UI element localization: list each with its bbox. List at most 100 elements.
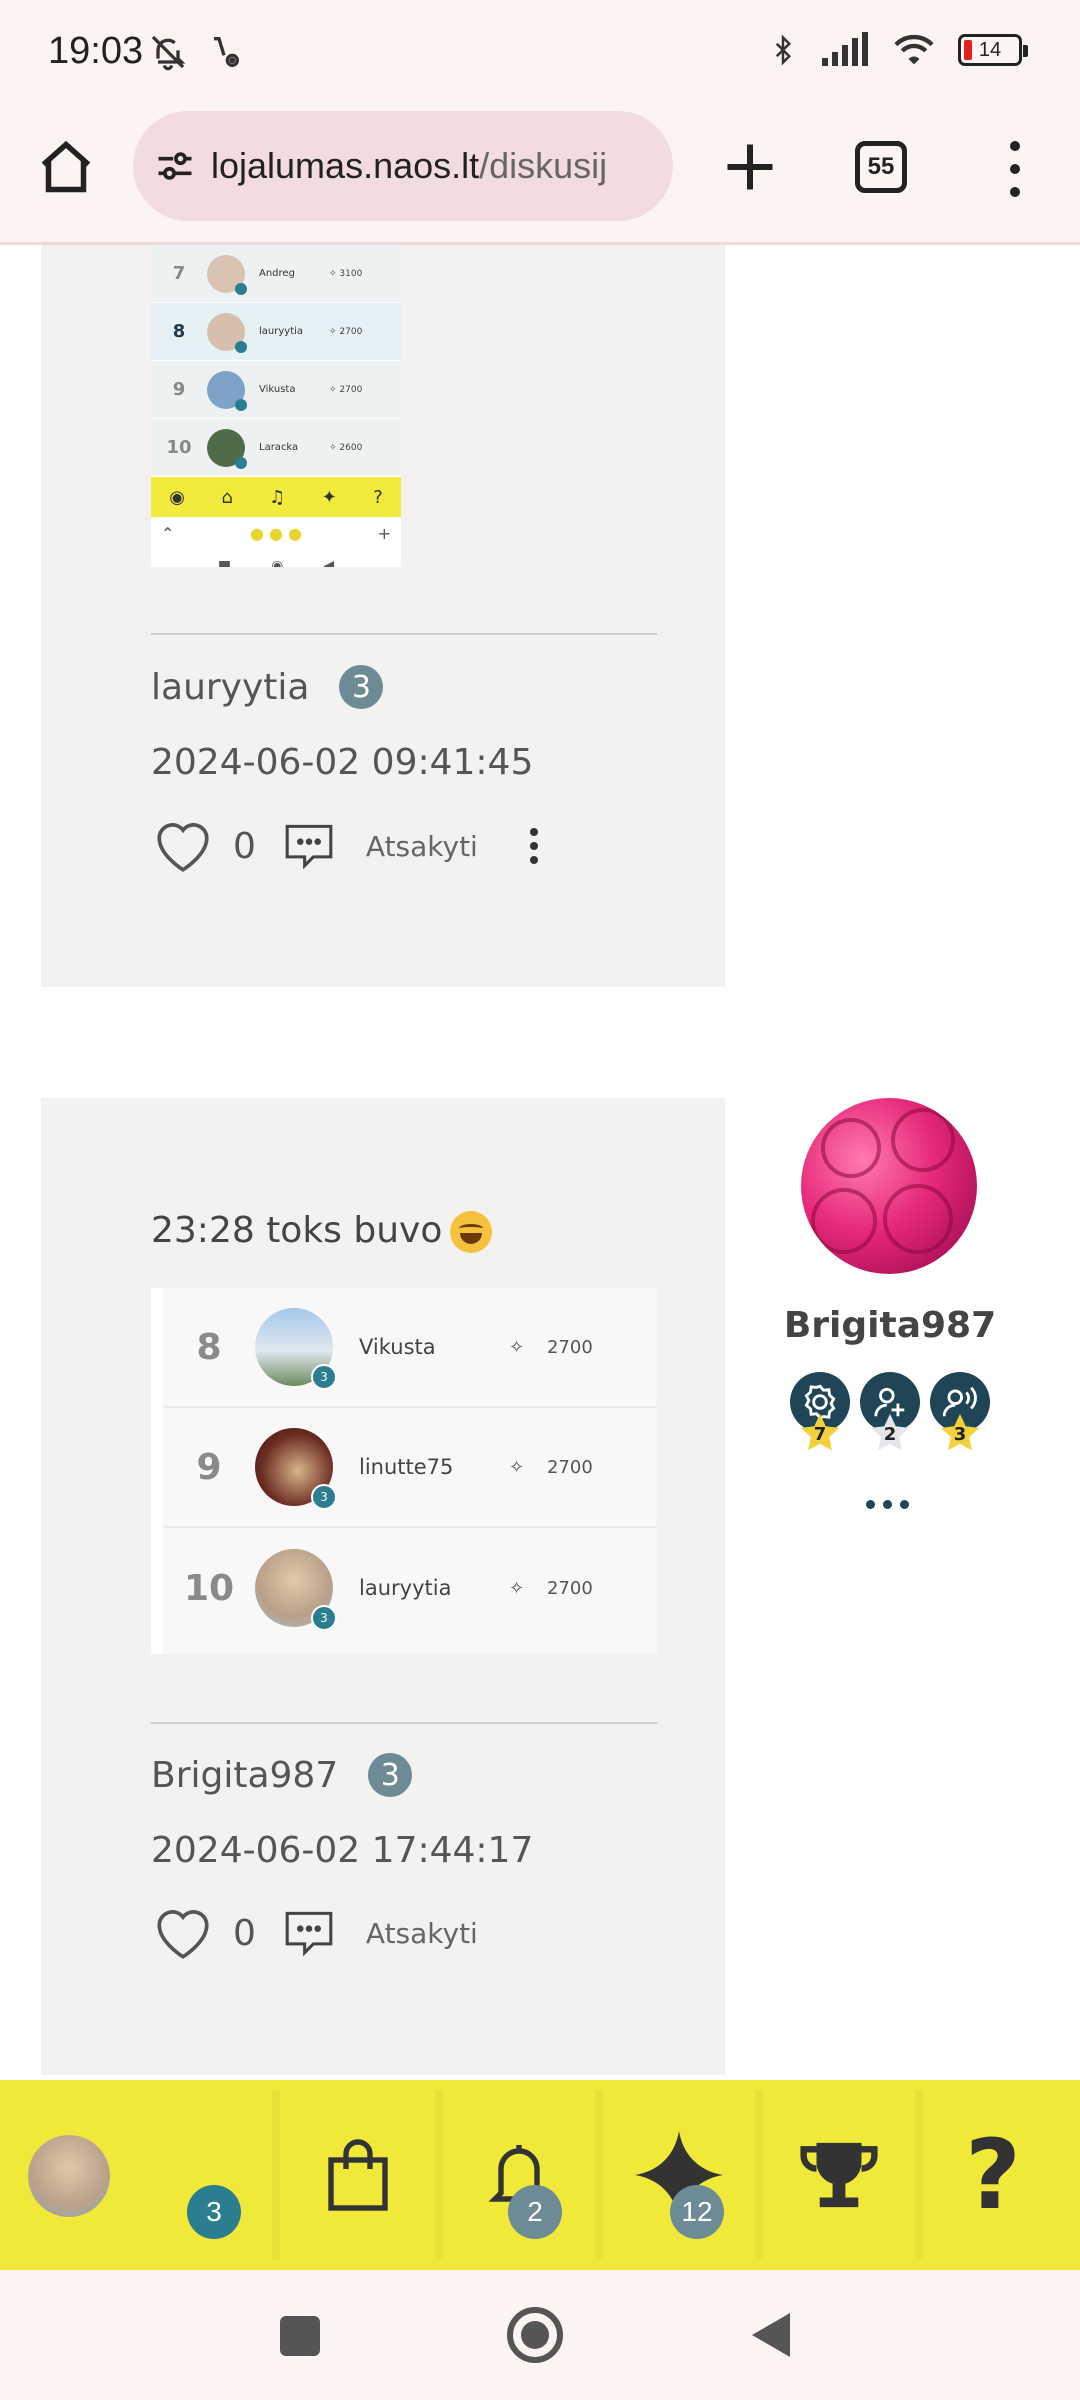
thumb-row: 8 lauryytia ✧ 2700: [151, 303, 401, 361]
browser-menu-icon[interactable]: [1000, 141, 1030, 197]
url-host: lojalumas.naos.lt: [211, 145, 480, 186]
heart-icon[interactable]: [151, 1904, 215, 1962]
new-tab-icon[interactable]: [720, 137, 780, 197]
leaderboard-name: linutte75: [359, 1455, 454, 1479]
leaderboard-name: Vikusta: [359, 1335, 436, 1359]
profile-avatar[interactable]: [28, 2135, 110, 2217]
achievement-count: 7: [813, 1424, 827, 1445]
like-count: 0: [233, 1912, 256, 1954]
trophy-icon: [800, 2142, 878, 2208]
avatar: 3: [255, 1549, 337, 1631]
thumb-row: 7 Andreg ✧ 3100: [151, 245, 401, 303]
url-text: lojalumas.naos.lt/diskusij: [211, 145, 607, 187]
tab-count: 55: [867, 153, 895, 180]
status-right-icons: 14: [768, 30, 1028, 70]
post-actions: 0 Atsakyti: [151, 1904, 478, 1962]
home-nav-icon[interactable]: [507, 2307, 563, 2363]
reply-link[interactable]: Atsakyti: [366, 1917, 478, 1950]
author-name[interactable]: Brigita987: [780, 1305, 1000, 1346]
bluetooth-icon: [775, 34, 792, 66]
battery-icon: 14: [958, 34, 1028, 66]
post-divider: [151, 633, 657, 635]
url-path: /diskusij: [479, 145, 608, 186]
achievement-badge[interactable]: 2: [860, 1372, 920, 1462]
system-nav-bar: [0, 2270, 1080, 2400]
battery-level: 14: [978, 38, 1002, 61]
thumb-rank: 8: [172, 321, 186, 342]
scooter-icon: [214, 37, 239, 67]
back-icon[interactable]: [752, 2313, 790, 2357]
avatar: [207, 370, 247, 411]
like-count: 0: [233, 825, 256, 867]
points-badge: 12: [670, 2185, 724, 2239]
avatar: 3: [255, 1308, 337, 1390]
leaderboard-button[interactable]: [763, 2080, 915, 2270]
reply-link[interactable]: Atsakyti: [366, 830, 478, 863]
level-badge: 3: [368, 1753, 413, 1797]
profile-level-badge: 3: [187, 2185, 241, 2239]
thumb-square-icon: ■: [217, 558, 232, 567]
thumb-name: Laracka: [259, 442, 299, 453]
thumb-help-label: ?: [373, 486, 383, 508]
help-button[interactable]: ?: [923, 2080, 1063, 2270]
thumb-bell-icon: ♫: [269, 486, 286, 508]
post-author[interactable]: Brigita987: [151, 1755, 338, 1796]
thumb-app-bar: ◉ ⌂ ♫ ✦ ?: [151, 477, 401, 517]
notifications-button[interactable]: [443, 2080, 595, 2270]
comment-icon[interactable]: [282, 822, 336, 870]
achievement-badge[interactable]: 7: [790, 1372, 850, 1462]
avatar: [207, 312, 247, 353]
leaderboard-name: lauryytia: [359, 1576, 452, 1600]
post-meta-user: Brigita987 3: [151, 1753, 413, 1797]
comment-icon[interactable]: [282, 1909, 336, 1957]
post-date: 2024-06-02 17:44:17: [151, 1830, 534, 1871]
thumb-plus-label: +: [377, 523, 391, 543]
post-card: 23:28 toks buvo 8 3 Vikusta ✧ 2700 9 3 l…: [41, 1098, 725, 2075]
post-card: 7 Andreg ✧ 3100 8 lauryytia ✧ 2700 9 Vik…: [41, 245, 725, 987]
thumb-row: 9 Vikusta ✧ 2700: [151, 361, 401, 419]
author-avatar[interactable]: [801, 1098, 977, 1274]
avatar: 3: [255, 1428, 337, 1510]
post-options-icon[interactable]: [529, 828, 538, 864]
status-left-icons: [148, 32, 244, 72]
site-settings-icon[interactable]: [153, 144, 197, 188]
notifications-badge: 2: [508, 2185, 562, 2239]
thumb-browser-bar: ⌃ ● ● ● +: [151, 517, 401, 549]
thumb-name: lauryytia: [259, 326, 304, 337]
post-image[interactable]: 8 3 Vikusta ✧ 2700 9 3 linutte75 ✧ 2700 …: [151, 1288, 657, 1654]
help-label: ?: [965, 2119, 1021, 2231]
thumb-avatar-icon: ◉: [169, 486, 185, 508]
home-icon[interactable]: [36, 137, 96, 197]
recents-icon[interactable]: [280, 2316, 320, 2356]
browser-toolbar: lojalumas.naos.lt/diskusij 55: [0, 105, 1080, 245]
app-bottom-bar: 3 2 12 ?: [0, 2080, 1080, 2270]
leaderboard-points: ✧ 2700: [509, 1577, 593, 1599]
post-date: 2024-06-02 09:41:45: [151, 742, 534, 783]
post-meta-user: lauryytia 3: [151, 665, 384, 709]
thumb-points: ✧ 2700: [329, 326, 363, 337]
heart-icon[interactable]: [151, 817, 215, 875]
leaderboard-row: 10 3 lauryytia ✧ 2700: [163, 1528, 657, 1648]
post-image[interactable]: 7 Andreg ✧ 3100 8 lauryytia ✧ 2700 9 Vik…: [151, 245, 401, 567]
thumb-bag-icon: ⌂: [221, 486, 233, 508]
status-time: 19:03: [48, 30, 144, 72]
post-divider: [151, 1722, 657, 1724]
leaderboard-rank: 9: [196, 1446, 222, 1488]
achievement-badge[interactable]: 3: [930, 1372, 990, 1462]
post-actions: 0 Atsakyti: [151, 817, 538, 875]
avatar: [207, 428, 247, 469]
tab-switcher-button[interactable]: 55: [855, 141, 907, 193]
thumb-back-icon: ◀: [323, 558, 335, 567]
bell-off-icon: [151, 35, 186, 71]
leaderboard-points: ✧ 2700: [509, 1336, 593, 1358]
points-button[interactable]: [603, 2080, 755, 2270]
post-author[interactable]: lauryytia: [151, 667, 309, 708]
more-achievements-icon[interactable]: [866, 1500, 909, 1509]
thumb-points: ✧ 2700: [329, 384, 363, 395]
thumb-sparkle-icon: ✦: [321, 486, 337, 508]
address-bar[interactable]: lojalumas.naos.lt/diskusij: [133, 111, 673, 221]
leaderboard-points: ✧ 2700: [509, 1456, 593, 1478]
level-badge: 3: [339, 665, 384, 709]
shop-button[interactable]: [280, 2080, 435, 2270]
thumb-points: ✧ 2600: [329, 442, 363, 453]
